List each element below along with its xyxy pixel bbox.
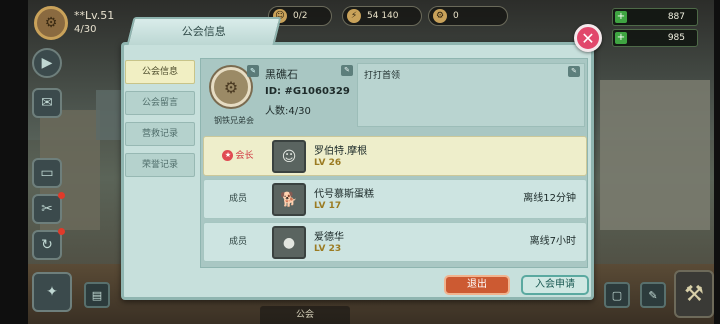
- dialog-title: 公会信息: [181, 25, 226, 38]
- tab-guild-messages[interactable]: 公会留言: [125, 91, 195, 115]
- dialog-tabs: 公会信息 公会留言 营救记录 荣誉记录: [125, 60, 197, 184]
- player-badge-icon[interactable]: ⚙: [34, 6, 68, 40]
- member-role: 成员: [228, 237, 247, 247]
- member-name: 代号慕斯蛋糕: [314, 189, 374, 200]
- guild-faction: 钢铁兄弟会: [214, 116, 254, 125]
- resource-bar-2[interactable]: + 985: [612, 29, 698, 47]
- member-role: 成员: [228, 194, 247, 204]
- resource-bar-1[interactable]: + 887: [612, 8, 698, 26]
- tab-honor-records[interactable]: 荣誉记录: [125, 153, 195, 177]
- add-resource-icon[interactable]: +: [615, 32, 627, 44]
- player-info[interactable]: ⚙ **Lv.51 4/30: [34, 6, 114, 40]
- guild-name: 黑礁石: [265, 68, 298, 81]
- player-name: **Lv.51: [74, 9, 115, 22]
- emblem-edit-icon[interactable]: ✎: [247, 65, 259, 77]
- member-level: LV 23: [314, 244, 342, 254]
- inventory-icon[interactable]: ▤: [84, 282, 110, 308]
- resource-1-value: 887: [667, 12, 685, 22]
- resource-2-value: 985: [667, 33, 685, 43]
- add-resource-icon[interactable]: +: [615, 11, 627, 23]
- chat-icon[interactable]: ▭: [32, 158, 62, 188]
- guild-emblem-icon: ⚙: [211, 67, 251, 107]
- gear-icon: ⚙: [433, 9, 447, 23]
- hud-caps[interactable]: ⚡ 54 140: [342, 6, 422, 26]
- hud-dwellers-value: 0/2: [293, 11, 308, 21]
- guild-info-panel: ⚙ ✎ 钢铁兄弟会 黑礁石 ✎ ID: #G1060329 人数:4/30 打打…: [200, 58, 588, 268]
- dialog-title-tab: 公会信息: [126, 17, 282, 45]
- guild-id: ID: #G1060329: [265, 86, 350, 97]
- member-status: 离线12分钟: [523, 193, 576, 204]
- guild-notice-text: 打打首领: [364, 71, 401, 81]
- build-hammer-button[interactable]: ⚒: [674, 270, 714, 318]
- tools-icon[interactable]: ✂: [32, 194, 62, 224]
- notification-dot: [58, 192, 65, 199]
- member-name: 爱德华: [314, 232, 344, 243]
- notification-dot: [58, 228, 65, 235]
- member-avatar[interactable]: ●: [272, 226, 306, 259]
- guild-notice: 打打首领 ✎: [357, 63, 585, 127]
- bottom-guild-tab[interactable]: 公会: [260, 306, 350, 324]
- member-row[interactable]: 成员 🐕 代号慕斯蛋糕 LV 17 离线12分钟: [203, 179, 587, 219]
- edit-name-icon[interactable]: ✎: [341, 65, 353, 76]
- screen-edge: [714, 0, 720, 324]
- leader-icon: ★: [222, 150, 234, 161]
- refresh-icon[interactable]: ↻: [32, 230, 62, 260]
- mail-icon[interactable]: ✉: [32, 88, 62, 118]
- player-count: 4/30: [74, 24, 97, 35]
- member-avatar[interactable]: ☺: [272, 140, 306, 173]
- member-level: LV 17: [314, 201, 342, 211]
- edit-notice-icon[interactable]: ✎: [568, 66, 580, 77]
- building: [600, 80, 710, 230]
- member-role: ★ 会长: [210, 137, 266, 175]
- wrench-icon[interactable]: ✎: [640, 282, 666, 308]
- member-row[interactable]: 成员 ● 爱德华 LV 23 离线7小时: [203, 222, 587, 262]
- member-level: LV 26: [314, 158, 342, 168]
- close-button[interactable]: ✕: [574, 24, 602, 52]
- map-icon[interactable]: ✦: [32, 272, 72, 312]
- guild-member-count: 人数:4/30: [265, 106, 311, 117]
- member-name: 罗伯特.摩根: [314, 146, 368, 157]
- tab-rescue-records[interactable]: 营救记录: [125, 122, 195, 146]
- member-row[interactable]: ★ 会长 ☺ 罗伯特.摩根 LV 26: [203, 136, 587, 176]
- screen-edge: [0, 0, 28, 324]
- hud-happiness[interactable]: ⚙ 0: [428, 6, 508, 26]
- member-avatar[interactable]: 🐕: [272, 183, 306, 216]
- exit-guild-button[interactable]: 退出: [444, 275, 510, 295]
- guild-header: ⚙ ✎ 钢铁兄弟会 黑礁石 ✎ ID: #G1060329 人数:4/30 打打…: [201, 59, 587, 133]
- join-requests-button[interactable]: 入会申请: [521, 275, 589, 295]
- caps-icon: ⚡: [347, 9, 361, 23]
- building: [96, 90, 124, 140]
- quest-icon[interactable]: ▢: [604, 282, 630, 308]
- hud-caps-value: 54 140: [367, 11, 399, 21]
- tab-guild-info[interactable]: 公会信息: [125, 60, 195, 84]
- play-button[interactable]: ▶: [32, 48, 62, 78]
- member-status: 离线7小时: [529, 236, 576, 247]
- hud-happiness-value: 0: [453, 11, 459, 21]
